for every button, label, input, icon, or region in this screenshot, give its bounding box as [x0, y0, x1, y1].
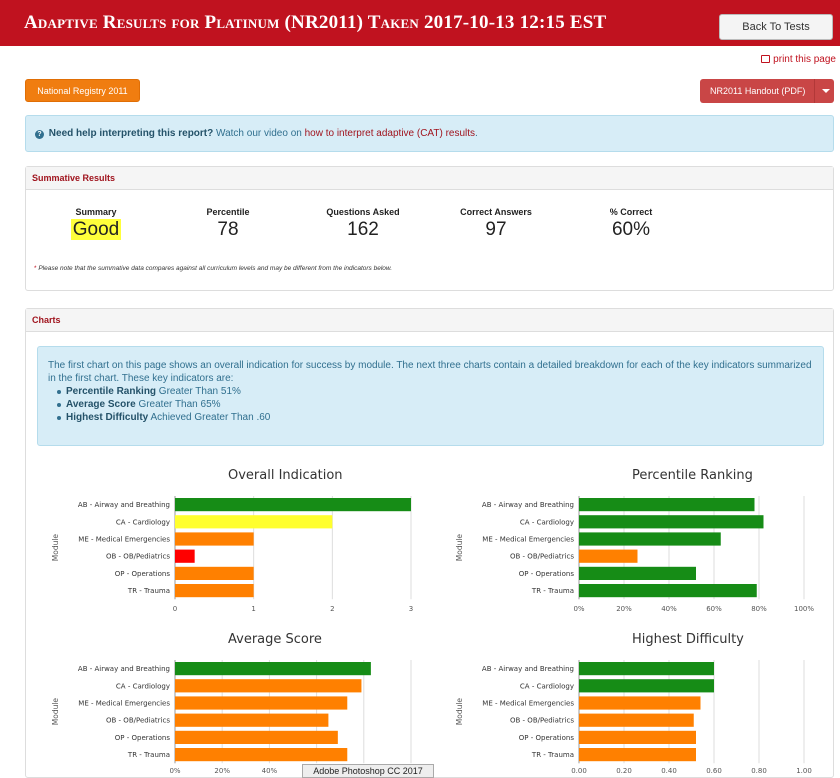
back-to-tests-button[interactable]: Back To Tests [719, 14, 833, 40]
help-alert: ? Need help interpreting this report? Wa… [25, 115, 834, 152]
stat-label: Percentile [206, 207, 250, 217]
question-circle-icon: ? [35, 130, 44, 139]
stat-correct-answers: Correct Answers 97 [446, 207, 546, 241]
stat-value: Good [70, 219, 122, 240]
indicator-name: Highest Difficulty [66, 412, 149, 423]
indicator-threshold: Achieved Greater Than .60 [148, 412, 271, 423]
charts-panel: Charts The first chart on this page show… [25, 308, 834, 778]
charts-heading: Charts [26, 309, 833, 332]
charts-info-box: The first chart on this page shows an ov… [37, 346, 824, 446]
summative-heading: Summative Results [26, 167, 833, 190]
stat-questions-asked: Questions Asked 162 [313, 207, 413, 241]
help-bold: Need help interpreting this report? [48, 128, 214, 139]
header-bar: Adaptive Results for Platinum (NR2011) T… [0, 0, 840, 46]
help-text: Watch our video on [213, 128, 305, 139]
handout-divider [814, 79, 815, 103]
stat-value: 60% [611, 219, 651, 240]
stat-label: Summary [75, 207, 117, 217]
handout-dropdown-button[interactable]: NR2011 Handout (PDF) [700, 79, 834, 103]
indicator-item: Percentile Ranking Greater Than 51% [57, 385, 813, 398]
help-video-link[interactable]: how to interpret adaptive (CAT) results [305, 128, 475, 139]
page-title: Adaptive Results for Platinum (NR2011) T… [24, 12, 607, 33]
indicator-list: Percentile Ranking Greater Than 51% Aver… [48, 385, 813, 424]
charts-intro: The first chart on this page shows an ov… [48, 360, 812, 384]
indicator-name: Average Score [66, 399, 136, 410]
indicator-item: Highest Difficulty Achieved Greater Than… [57, 411, 813, 424]
indicator-item: Average Score Greater Than 65% [57, 398, 813, 411]
stat-percent-correct: % Correct 60% [591, 207, 671, 241]
summative-panel: Summative Results Summary Good Percentil… [25, 166, 834, 291]
stat-value: 162 [347, 219, 379, 240]
stat-label: Correct Answers [460, 207, 532, 217]
indicator-name: Percentile Ranking [66, 386, 157, 397]
handout-label: NR2011 Handout (PDF) [710, 86, 806, 96]
stat-value: 78 [217, 219, 239, 240]
summative-note: * Please note that the summative data co… [34, 265, 392, 272]
stat-label: Questions Asked [326, 207, 400, 217]
print-link[interactable]: print this page [761, 54, 836, 65]
print-label: print this page [773, 54, 836, 65]
help-end: . [475, 128, 478, 139]
stat-summary: Summary Good [66, 207, 126, 241]
caret-down-icon[interactable] [822, 89, 830, 93]
indicator-threshold: Greater Than 51% [156, 386, 241, 397]
stat-value: 97 [485, 219, 507, 240]
stat-percentile: Percentile 78 [193, 207, 263, 241]
curriculum-button[interactable]: National Registry 2011 [25, 79, 140, 102]
printer-icon [761, 55, 771, 63]
indicator-threshold: Greater Than 65% [135, 399, 221, 410]
stat-label: % Correct [609, 207, 653, 217]
note-text: Please note that the summative data comp… [36, 265, 393, 272]
